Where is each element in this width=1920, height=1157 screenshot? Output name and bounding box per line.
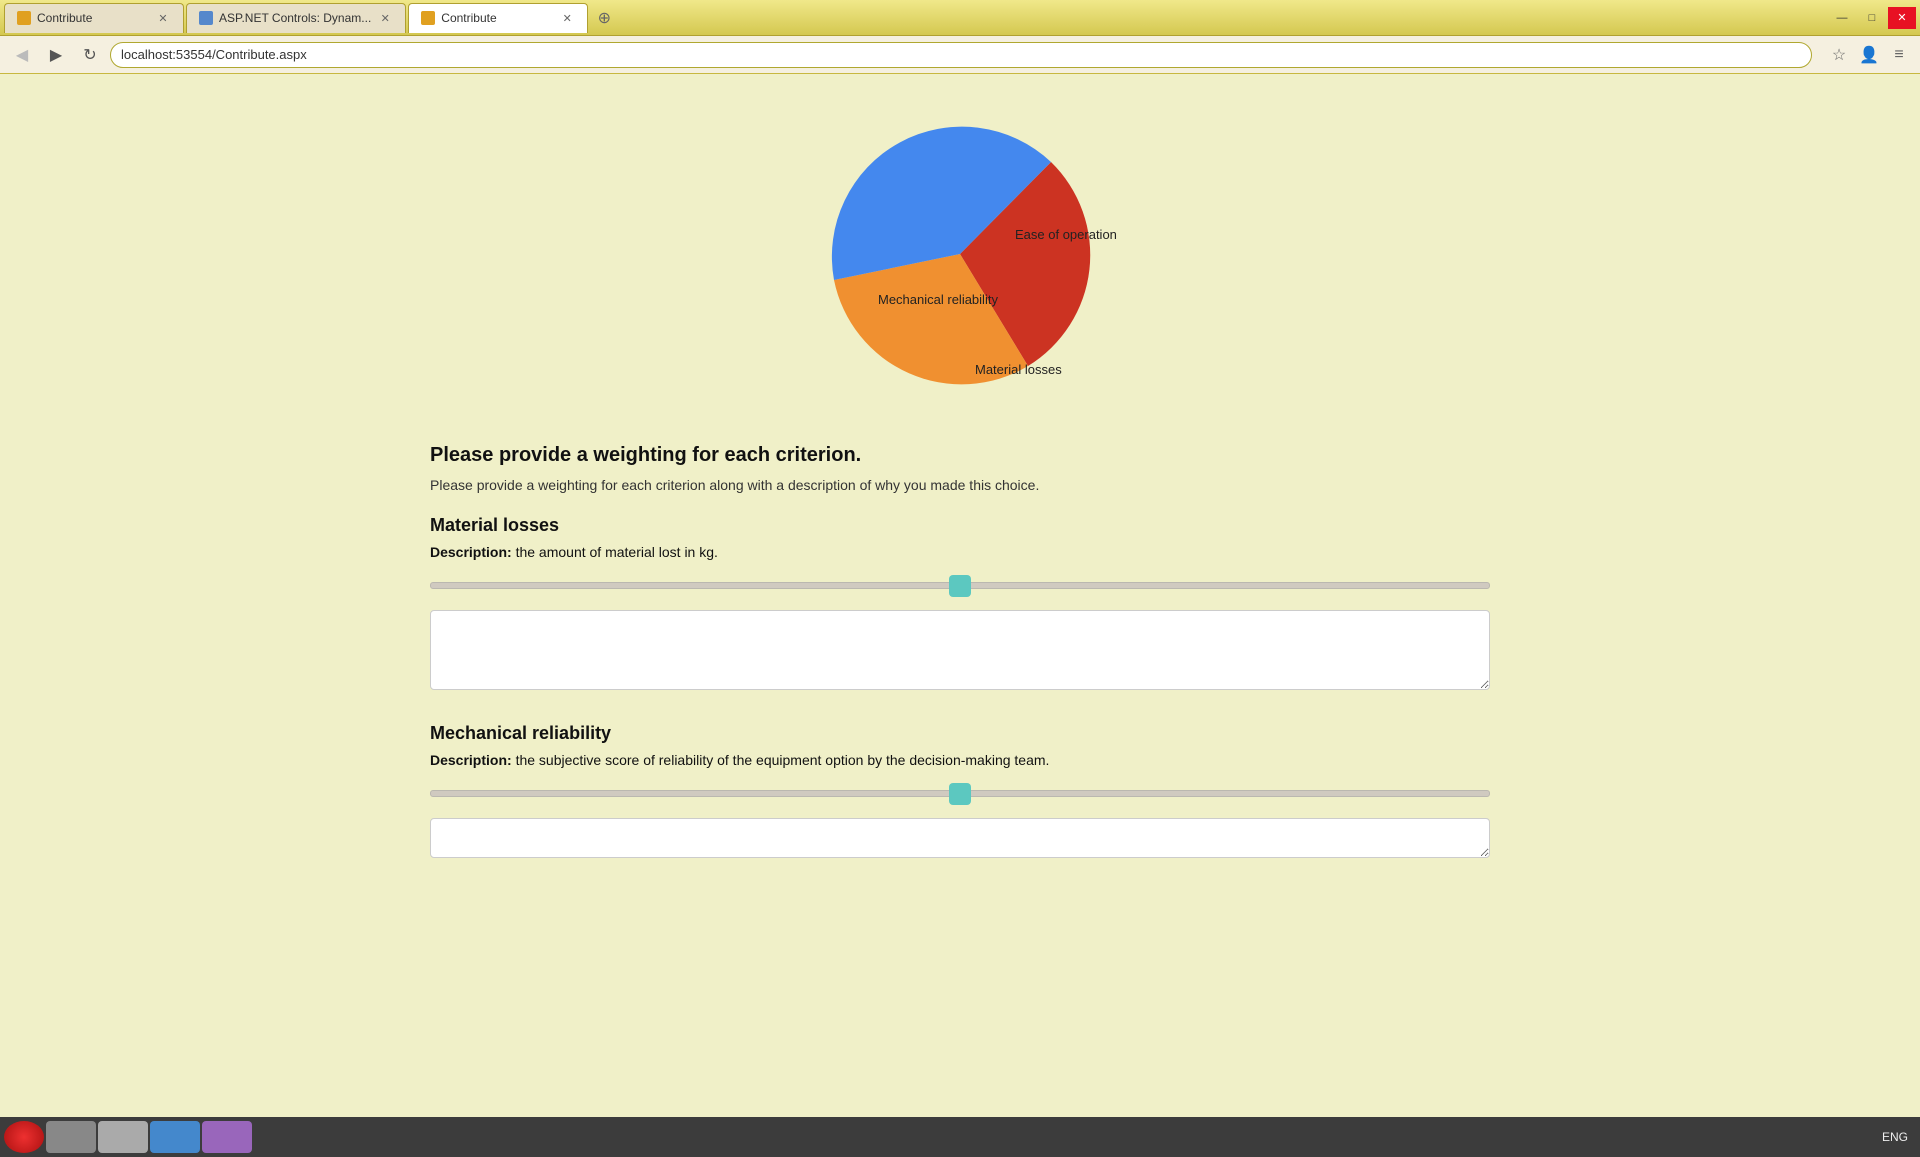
pie-label-ease: Ease of operation — [1015, 227, 1117, 242]
menu-icon[interactable]: ≡ — [1886, 42, 1912, 68]
pie-chart-svg: Ease of operation Mechanical reliability… — [800, 94, 1120, 414]
mechanical-reliability-desc-text: the subjective score of reliability of t… — [516, 752, 1050, 768]
tab-aspnet[interactable]: ASP.NET Controls: Dynam... ✕ — [186, 3, 406, 33]
title-bar: Contribute ✕ ASP.NET Controls: Dynam... … — [0, 0, 1920, 36]
browser-window: Contribute ✕ ASP.NET Controls: Dynam... … — [0, 0, 1920, 1157]
tab-close-1[interactable]: ✕ — [155, 10, 171, 26]
tab-favicon-1 — [17, 11, 31, 25]
tab-contribute-1[interactable]: Contribute ✕ — [4, 3, 184, 33]
criterion-material-losses: Material losses Description: the amount … — [430, 515, 1490, 693]
tab-contribute-2[interactable]: Contribute ✕ — [408, 3, 588, 33]
taskbar: ENG — [0, 1117, 1920, 1157]
main-heading: Please provide a weighting for each crit… — [430, 444, 1490, 467]
main-content-area: Please provide a weighting for each crit… — [430, 444, 1490, 891]
minimize-button[interactable]: — — [1828, 7, 1856, 29]
mechanical-reliability-desc-bold: Description: — [430, 752, 512, 768]
material-losses-desc-bold: Description: — [430, 544, 512, 560]
tab-close-2[interactable]: ✕ — [377, 10, 393, 26]
material-losses-slider-wrapper — [430, 574, 1490, 596]
page-content: Ease of operation Mechanical reliability… — [0, 74, 1920, 1117]
address-bar: ◀ ▶ ↻ localhost:53554/Contribute.aspx ☆ … — [0, 36, 1920, 74]
tab-label-1: Contribute — [37, 11, 92, 25]
refresh-button[interactable]: ↻ — [76, 41, 104, 69]
taskbar-btn-2[interactable] — [98, 1121, 148, 1153]
taskbar-time-text: ENG — [1882, 1130, 1908, 1144]
taskbar-btn-4[interactable] — [202, 1121, 252, 1153]
main-subtext: Please provide a weighting for each crit… — [430, 477, 1490, 493]
tab-label-2: ASP.NET Controls: Dynam... — [219, 11, 371, 25]
profile-icon[interactable]: 👤 — [1856, 42, 1882, 68]
material-losses-desc-text: the amount of material lost in kg. — [516, 544, 718, 560]
address-text: localhost:53554/Contribute.aspx — [121, 47, 307, 62]
pie-label-mechanical: Mechanical reliability — [878, 292, 998, 307]
mechanical-reliability-heading: Mechanical reliability — [430, 723, 1490, 744]
back-button[interactable]: ◀ — [8, 41, 36, 69]
taskbar-btn-3[interactable] — [150, 1121, 200, 1153]
tab-close-3[interactable]: ✕ — [559, 10, 575, 26]
taskbar-time: ENG — [1882, 1130, 1916, 1144]
mechanical-reliability-slider-wrapper — [430, 782, 1490, 804]
taskbar-btn-1[interactable] — [46, 1121, 96, 1153]
criterion-mechanical-reliability: Mechanical reliability Description: the … — [430, 723, 1490, 861]
pie-chart-container: Ease of operation Mechanical reliability… — [800, 94, 1120, 414]
address-icons: ☆ 👤 ≡ — [1826, 42, 1912, 68]
bookmark-icon[interactable]: ☆ — [1826, 42, 1852, 68]
material-losses-heading: Material losses — [430, 515, 1490, 536]
material-losses-desc: Description: the amount of material lost… — [430, 544, 1490, 560]
close-button[interactable]: ✕ — [1888, 7, 1916, 29]
forward-button[interactable]: ▶ — [42, 41, 70, 69]
maximize-button[interactable]: □ — [1858, 7, 1886, 29]
tab-favicon-2 — [199, 11, 213, 25]
mechanical-reliability-desc: Description: the subjective score of rel… — [430, 752, 1490, 768]
mechanical-reliability-textarea[interactable] — [430, 818, 1490, 858]
material-losses-textarea[interactable] — [430, 610, 1490, 690]
pie-label-material: Material losses — [975, 362, 1062, 377]
new-tab-button[interactable]: ⊕ — [590, 4, 618, 32]
tab-favicon-3 — [421, 11, 435, 25]
material-losses-slider[interactable] — [430, 574, 1490, 596]
tab-label-3: Contribute — [441, 11, 496, 25]
address-bar-input[interactable]: localhost:53554/Contribute.aspx — [110, 42, 1812, 68]
window-controls: — □ ✕ — [1828, 7, 1916, 29]
mechanical-reliability-slider[interactable] — [430, 782, 1490, 804]
start-button[interactable] — [4, 1121, 44, 1153]
